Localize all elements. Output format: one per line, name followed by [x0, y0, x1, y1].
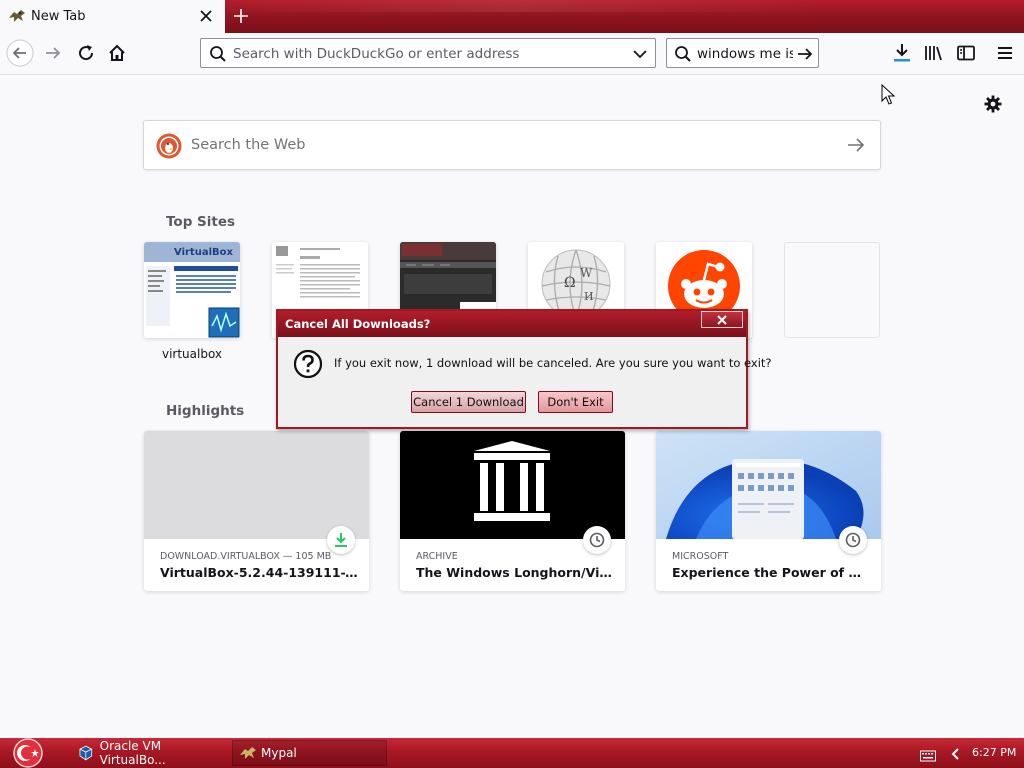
archive-logo-icon: [474, 441, 550, 521]
highlight-title: VirtualBox-5.2.44-139111-Win....: [160, 565, 360, 580]
highlight-source: MICROSOFT: [672, 551, 729, 562]
question-icon: [293, 349, 323, 379]
address-bar[interactable]: [200, 38, 656, 68]
chevron-left-icon[interactable]: [950, 746, 960, 765]
taskbar-item-label: Oracle VM VirtualBo...: [99, 739, 166, 767]
taskbar-clock[interactable]: 6:27 PM: [972, 746, 1016, 759]
highlight-title: Experience the Power of Windo...: [672, 565, 872, 580]
web-search-placeholder: Search the Web: [191, 137, 306, 153]
clock-icon: [583, 526, 611, 554]
cancel-downloads-dialog: Cancel All Downloads? If you exit now, 1…: [276, 309, 772, 429]
highlight-card-archive[interactable]: ARCHIVE The Windows Longhorn/Vista Ar...: [400, 431, 625, 591]
start-button[interactable]: [6, 738, 50, 768]
top-sites-title: Top Sites: [166, 214, 236, 230]
close-icon[interactable]: [701, 311, 743, 328]
virtualbox-thumb-title: VirtualBox: [174, 247, 233, 258]
highlight-card-microsoft[interactable]: MICROSOFT Experience the Power of Windo.…: [656, 431, 881, 591]
nav-toolbar: [0, 33, 1024, 75]
highlight-thumbnail: [400, 431, 625, 539]
top-site-empty[interactable]: [784, 242, 880, 338]
tab-new-tab[interactable]: New Tab: [0, 0, 225, 33]
highlight-thumbnail: [144, 431, 369, 539]
download-icon: [327, 526, 355, 554]
arrow-right-icon[interactable]: [846, 135, 866, 155]
mypal-icon: [240, 747, 256, 759]
highlight-source: DOWNLOAD.VIRTUALBOX — 105 MB: [160, 551, 332, 562]
library-icon[interactable]: [920, 39, 948, 67]
dont-exit-button[interactable]: Don't Exit: [538, 391, 613, 413]
taskbar-item-virtualbox[interactable]: Oracle VM VirtualBo...: [74, 739, 228, 767]
back-icon[interactable]: [6, 39, 34, 67]
highlight-thumbnail: [656, 431, 881, 539]
duckduckgo-logo-icon: [156, 133, 182, 159]
highlights-title: Highlights: [166, 403, 245, 419]
tab-strip: New Tab: [0, 0, 1024, 33]
top-site-virtualbox[interactable]: VirtualBox: [144, 242, 240, 338]
search-icon: [209, 45, 227, 63]
taskbar-item-label: Mypal: [261, 746, 297, 760]
downloads-icon[interactable]: [888, 39, 916, 67]
mypal-favicon-icon: [8, 8, 26, 24]
dialog-title: Cancel All Downloads?: [285, 317, 431, 331]
search-input[interactable]: [697, 45, 793, 63]
mouse-cursor-icon: [881, 83, 896, 106]
gear-icon[interactable]: [983, 94, 1003, 114]
web-search-box[interactable]: Search the Web: [143, 120, 881, 170]
svg-text:Ω: Ω: [564, 275, 576, 291]
chevron-down-icon[interactable]: [631, 45, 649, 63]
search-icon: [674, 45, 692, 63]
home-icon[interactable]: [103, 39, 131, 67]
forward-icon[interactable]: [39, 39, 67, 67]
taskbar-item-mypal[interactable]: Mypal: [232, 740, 387, 766]
dialog-titlebar[interactable]: Cancel All Downloads?: [278, 311, 746, 337]
new-tab-plus-icon[interactable]: [229, 5, 253, 27]
taskbar: Oracle VM VirtualBo... Mypal 6:27 PM: [0, 738, 1024, 768]
hamburger-menu-icon[interactable]: [991, 39, 1019, 67]
clock-icon: [839, 526, 867, 554]
tab-title: New Tab: [31, 9, 86, 24]
highlight-card-virtualbox-download[interactable]: DOWNLOAD.VIRTUALBOX — 105 MB VirtualBox-…: [144, 431, 369, 591]
top-site-label: virtualbox: [161, 347, 223, 361]
address-input[interactable]: [233, 45, 623, 63]
dialog-message: If you exit now, 1 download will be canc…: [334, 356, 772, 370]
cancel-download-button[interactable]: Cancel 1 Download: [411, 391, 526, 413]
sidebar-icon[interactable]: [952, 39, 980, 67]
search-bar[interactable]: [666, 38, 819, 68]
svg-text:И: И: [584, 290, 594, 303]
highlight-title: The Windows Longhorn/Vista Ar...: [416, 565, 616, 580]
svg-text:W: W: [580, 266, 593, 280]
virtualbox-icon: [79, 745, 93, 761]
reload-icon[interactable]: [72, 39, 100, 67]
arrow-right-icon[interactable]: [796, 45, 814, 63]
keyboard-icon[interactable]: [920, 747, 936, 766]
highlight-source: ARCHIVE: [416, 551, 458, 562]
tab-close-icon[interactable]: [196, 6, 216, 26]
